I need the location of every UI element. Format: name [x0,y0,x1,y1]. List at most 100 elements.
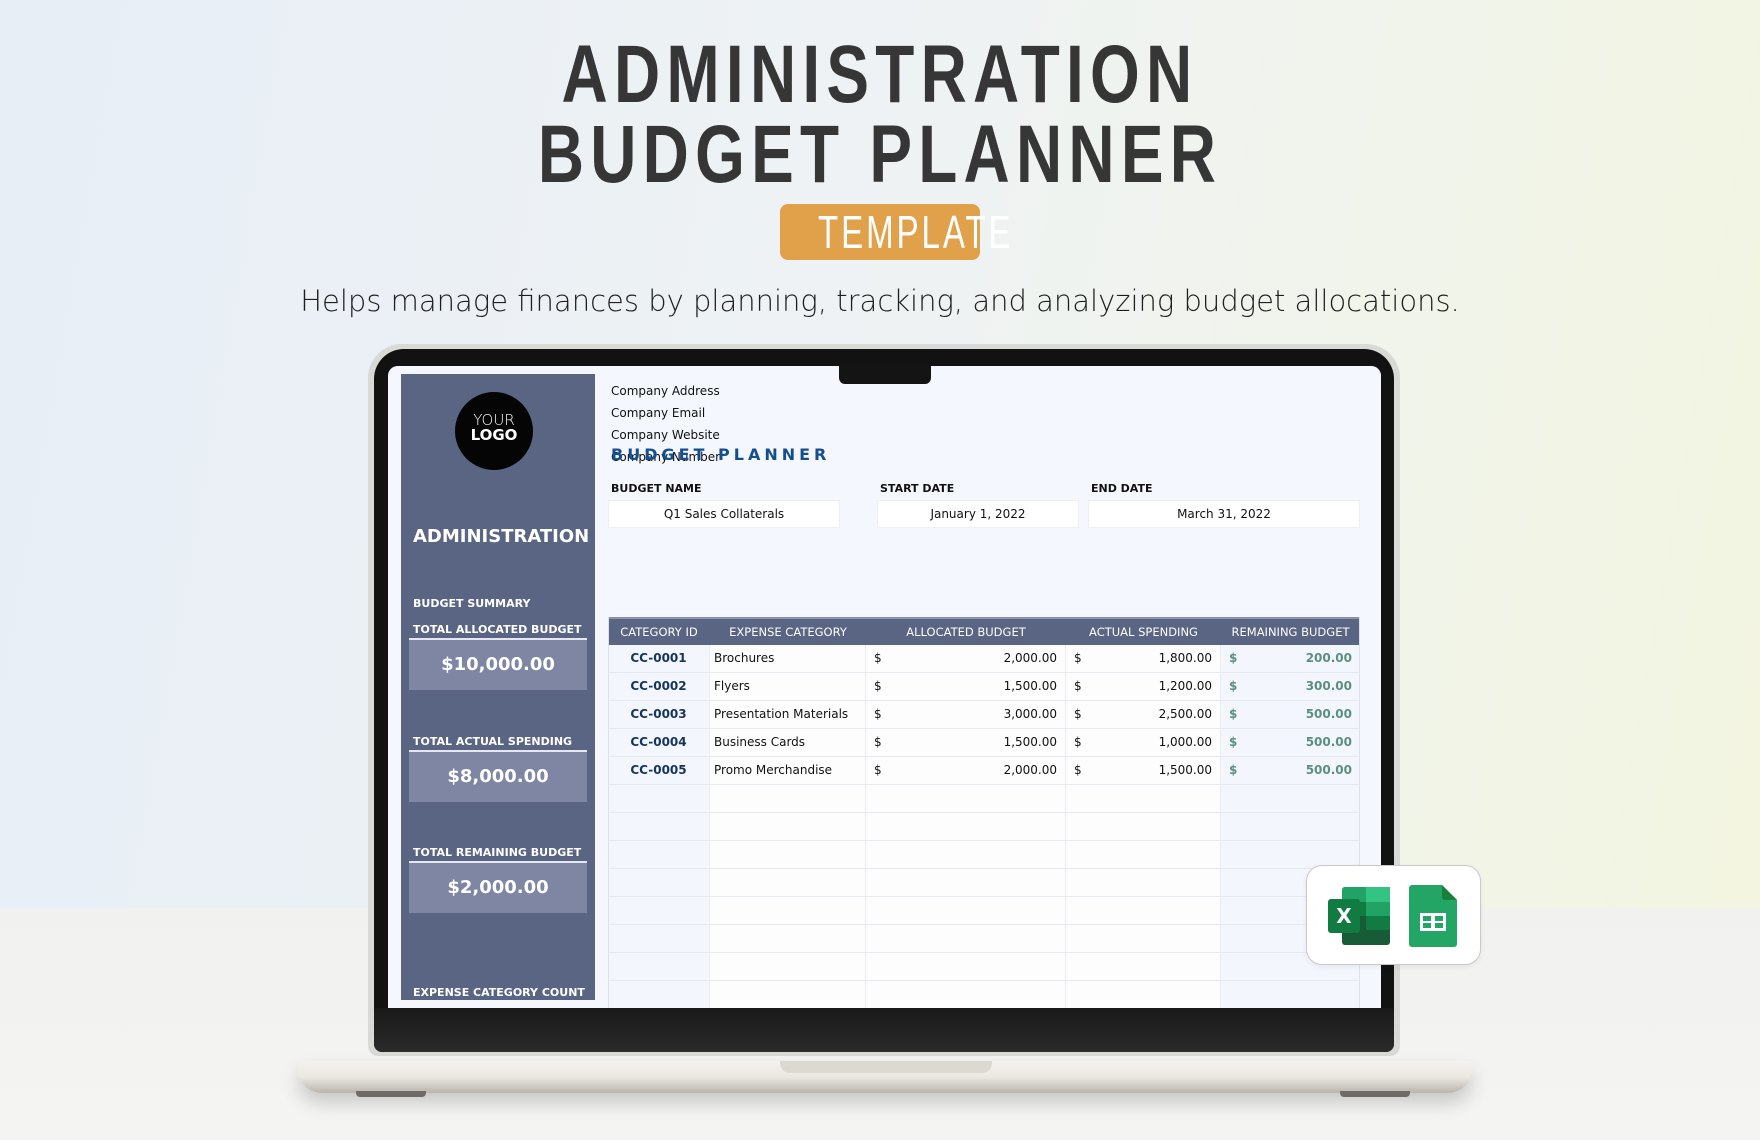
empty-cell[interactable] [1066,869,1221,896]
category-id-cell[interactable]: CC-0004 [608,729,710,756]
total-remaining-value[interactable]: $2,000.00 [409,861,587,913]
allocated-budget-cell[interactable]: $3,000.00 [866,701,1066,728]
table-row[interactable]: CC-0001 Brochures $2,000.00 $1,800.00 $200.0… [608,645,1360,673]
empty-cell[interactable] [710,897,866,924]
table-row[interactable]: CC-0003 Presentation Materials $3,000.00 $2… [608,701,1360,729]
col-header-category-id[interactable]: CATEGORY ID [608,619,710,645]
col-header-actual-spending[interactable]: ACTUAL SPENDING [1066,619,1221,645]
category-id-cell[interactable]: CC-0002 [608,673,710,700]
table-row[interactable]: CC-0004 Business Cards $1,500.00 $1,000.00 $… [608,729,1360,757]
empty-cell[interactable] [710,785,866,812]
empty-cell[interactable] [608,813,710,840]
table-row[interactable]: CC-0005 Promo Merchandise $2,000.00 $1,500.… [608,757,1360,785]
empty-cell[interactable] [608,785,710,812]
empty-table-row[interactable] [608,841,1360,869]
empty-cell[interactable] [1221,813,1360,840]
empty-table-row[interactable] [608,953,1360,981]
table-body: CC-0001 Brochures $2,000.00 $1,800.00 $200.0… [608,645,1360,1008]
start-date-label: START DATE [880,482,955,495]
budget-name-field[interactable]: Q1 Sales Collaterals [608,500,840,528]
empty-cell[interactable] [1221,785,1360,812]
empty-cell[interactable] [1066,897,1221,924]
category-id-cell[interactable]: CC-0001 [608,645,710,672]
empty-table-row[interactable] [608,869,1360,897]
empty-cell[interactable] [1066,925,1221,952]
remaining-budget-cell[interactable]: $500.00 [1221,701,1360,728]
start-date-field[interactable]: January 1, 2022 [877,500,1079,528]
currency-symbol: $ [1074,651,1082,665]
company-address[interactable]: Company Address [611,384,720,398]
actual-spending-cell[interactable]: $1,200.00 [1066,673,1221,700]
empty-cell[interactable] [1066,813,1221,840]
actual-spending-cell[interactable]: $1,000.00 [1066,729,1221,756]
allocated-amount: 2,000.00 [1003,763,1057,777]
allocated-budget-cell[interactable]: $1,500.00 [866,729,1066,756]
empty-cell[interactable] [710,869,866,896]
actual-spending-cell[interactable]: $1,800.00 [1066,645,1221,672]
empty-cell[interactable] [608,897,710,924]
logo-text-logo: LOGO [470,426,518,444]
end-date-field[interactable]: March 31, 2022 [1088,500,1360,528]
empty-cell[interactable] [866,953,1066,980]
actual-amount: 1,000.00 [1158,735,1212,749]
allocated-budget-cell[interactable]: $2,000.00 [866,757,1066,784]
empty-cell[interactable] [1221,841,1360,868]
empty-cell[interactable] [866,925,1066,952]
empty-cell[interactable] [866,869,1066,896]
logo-placeholder[interactable]: YOUR LOGO [455,392,533,470]
empty-cell[interactable] [710,925,866,952]
expense-category-cell[interactable]: Business Cards [710,729,866,756]
empty-cell[interactable] [1066,953,1221,980]
empty-table-row[interactable] [608,785,1360,813]
company-email[interactable]: Company Email [611,406,705,420]
empty-cell[interactable] [710,981,866,1008]
empty-table-row[interactable] [608,813,1360,841]
excel-letter: X [1336,904,1352,928]
category-id-cell[interactable]: CC-0003 [608,701,710,728]
empty-table-row[interactable] [608,897,1360,925]
allocated-budget-cell[interactable]: $1,500.00 [866,673,1066,700]
currency-symbol: $ [1229,651,1238,665]
expense-category-cell[interactable]: Promo Merchandise [710,757,866,784]
empty-table-row[interactable] [608,925,1360,953]
expense-category-cell[interactable]: Presentation Materials [710,701,866,728]
empty-cell[interactable] [1066,981,1221,1008]
empty-cell[interactable] [608,841,710,868]
expense-category-cell[interactable]: Flyers [710,673,866,700]
empty-cell[interactable] [1221,981,1360,1008]
empty-cell[interactable] [866,813,1066,840]
remaining-budget-cell[interactable]: $500.00 [1221,729,1360,756]
empty-cell[interactable] [608,925,710,952]
remaining-budget-cell[interactable]: $300.00 [1221,673,1360,700]
total-actual-value[interactable]: $8,000.00 [409,750,587,802]
total-allocated-value[interactable]: $10,000.00 [409,638,587,690]
actual-spending-cell[interactable]: $1,500.00 [1066,757,1221,784]
empty-cell[interactable] [866,841,1066,868]
col-header-expense-category[interactable]: EXPENSE CATEGORY [710,619,866,645]
remaining-budget-cell[interactable]: $500.00 [1221,757,1360,784]
empty-cell[interactable] [1066,841,1221,868]
empty-table-row[interactable] [608,981,1360,1008]
empty-cell[interactable] [866,981,1066,1008]
allocated-budget-cell[interactable]: $2,000.00 [866,645,1066,672]
empty-cell[interactable] [1066,785,1221,812]
end-date-label: END DATE [1091,482,1153,495]
empty-cell[interactable] [710,953,866,980]
empty-cell[interactable] [608,869,710,896]
actual-amount: 1,200.00 [1158,679,1212,693]
remaining-budget-cell[interactable]: $200.00 [1221,645,1360,672]
table-row[interactable]: CC-0002 Flyers $1,500.00 $1,200.00 $300.00 [608,673,1360,701]
empty-cell[interactable] [866,785,1066,812]
empty-cell[interactable] [710,813,866,840]
empty-cell[interactable] [608,953,710,980]
empty-cell[interactable] [608,981,710,1008]
empty-cell[interactable] [866,897,1066,924]
allocated-amount: 3,000.00 [1003,707,1057,721]
empty-cell[interactable] [710,841,866,868]
col-header-allocated-budget[interactable]: ALLOCATED BUDGET [866,619,1066,645]
actual-spending-cell[interactable]: $2,500.00 [1066,701,1221,728]
category-id-cell[interactable]: CC-0005 [608,757,710,784]
expense-category-cell[interactable]: Brochures [710,645,866,672]
company-website[interactable]: Company Website [611,428,720,442]
col-header-remaining-budget[interactable]: REMAINING BUDGET [1221,619,1360,645]
